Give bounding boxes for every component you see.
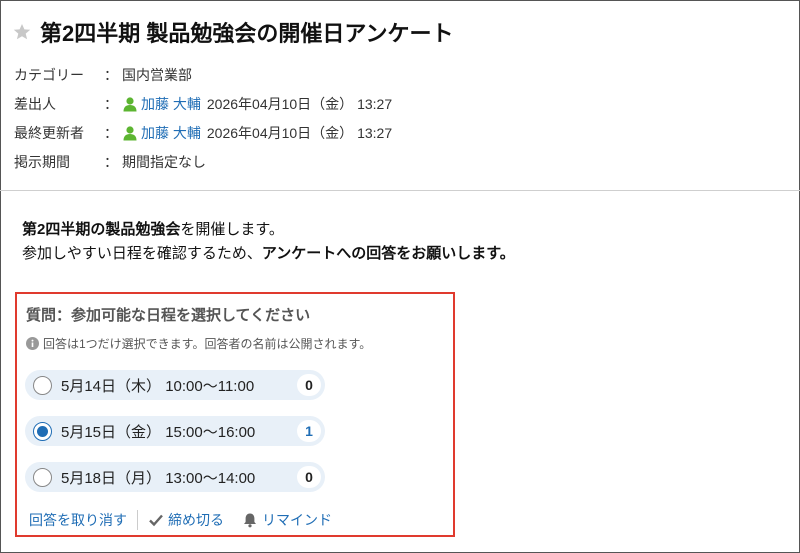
sender-date: 2026年04月10日（金） 13:27 [206, 95, 393, 112]
body-line-1-rest: を開催します。 [180, 221, 284, 238]
action-divider [137, 510, 138, 530]
category-value: 国内営業部 [122, 66, 192, 83]
survey-box: 質問：参加可能な日程を選択してください 回答は1つだけ選択できます。回答者の名前… [15, 292, 455, 537]
updater-name-link[interactable]: 加藤 大輔 [141, 123, 201, 143]
cancel-answer-link[interactable]: 回答を取り消す [29, 510, 127, 530]
remind-label: リマインド [262, 512, 332, 528]
body-text: 第2四半期の製品勉強会を開催します。 参加しやすい日程を確認するため、アンケート… [22, 218, 515, 266]
separator: ： [104, 66, 118, 83]
body-line-2-plain: 参加しやすい日程を確認するため、 [22, 245, 262, 262]
option-1-count: 0 [297, 374, 321, 396]
body-line-2-bold: アンケートへの回答をお願いします。 [261, 245, 515, 262]
option-3-radio[interactable] [33, 467, 52, 487]
remind-button[interactable]: リマインド [242, 510, 332, 530]
option-3-label: 5月18日（月） 13:00〜14:00 [61, 469, 256, 487]
sender-name-link[interactable]: 加藤 大輔 [141, 94, 201, 114]
survey-actions: 回答を取り消す 締め切る リマインド [29, 510, 332, 530]
body-line-1-bold: 第2四半期の製品勉強会 [22, 221, 181, 238]
updater-label: 最終更新者 [14, 124, 84, 141]
user-icon [123, 125, 137, 140]
question-title: 質問：参加可能な日程を選択してください [26, 307, 311, 324]
option-3-count: 0 [297, 466, 321, 488]
note-text: 回答は1つだけ選択できます。回答者の名前は公開されます。 [43, 337, 372, 351]
updater-date: 2026年04月10日（金） 13:27 [206, 124, 393, 141]
period-value: 期間指定なし [122, 153, 206, 170]
title-row: 第2四半期 製品勉強会の開催日アンケート [12, 14, 453, 50]
meta-row-period: 掲示期間 ： 期間指定なし [14, 147, 392, 176]
section-divider [0, 190, 800, 191]
option-2-label: 5月15日（金） 15:00〜16:00 [61, 423, 256, 441]
separator: ： [104, 153, 118, 170]
user-icon [123, 96, 137, 111]
check-icon [149, 514, 163, 527]
question-note: 回答は1つだけ選択できます。回答者の名前は公開されます。 [26, 335, 371, 352]
separator: ： [104, 95, 118, 112]
meta-row-updater: 最終更新者 ： 加藤 大輔 2026年04月10日（金） 13:27 [14, 118, 392, 147]
option-2-count: 1 [297, 420, 321, 442]
page-title: 第2四半期 製品勉強会の開催日アンケート [40, 21, 454, 46]
period-label: 掲示期間 [14, 153, 70, 170]
meta-row-sender: 差出人 ： 加藤 大輔 2026年04月10日（金） 13:27 [14, 89, 392, 118]
star-icon[interactable] [12, 22, 32, 42]
category-label: カテゴリー [14, 66, 84, 83]
meta-row-category: カテゴリー ： 国内営業部 [14, 60, 392, 89]
info-icon [26, 337, 39, 350]
option-1-radio[interactable] [33, 375, 52, 395]
radio-selected-dot [37, 425, 48, 437]
close-survey-label: 締め切る [168, 512, 224, 528]
close-survey-button[interactable]: 締め切る [148, 510, 224, 530]
survey-option-1[interactable]: 5月14日（木） 10:00〜11:00 0 [25, 370, 325, 400]
option-1-label: 5月14日（木） 10:00〜11:00 [61, 377, 255, 395]
survey-option-3[interactable]: 5月18日（月） 13:00〜14:00 0 [25, 462, 325, 492]
survey-option-2[interactable]: 5月15日（金） 15:00〜16:00 1 [25, 416, 325, 446]
body-line-2: 参加しやすい日程を確認するため、アンケートへの回答をお願いします。 [22, 242, 515, 266]
option-2-radio[interactable] [33, 421, 52, 441]
meta-info: カテゴリー ： 国内営業部 差出人 ： 加藤 大輔 2026年04月10日（金）… [14, 60, 392, 176]
bell-icon [244, 513, 256, 528]
body-line-1: 第2四半期の製品勉強会を開催します。 [22, 218, 515, 242]
updater-value: 加藤 大輔 2026年04月10日（金） 13:27 [122, 123, 392, 143]
sender-value: 加藤 大輔 2026年04月10日（金） 13:27 [122, 94, 392, 114]
separator: ： [104, 124, 118, 141]
sender-label: 差出人 [14, 95, 56, 112]
